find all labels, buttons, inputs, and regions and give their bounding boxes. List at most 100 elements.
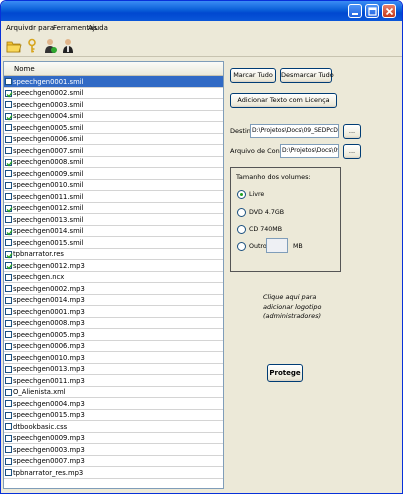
list-item[interactable]: speechgen0008.mp3 [4,318,223,329]
list-item[interactable]: O_Alienista.xml [4,387,223,398]
list-item[interactable]: speechgen0004.mp3 [4,398,223,410]
item-checkbox[interactable] [5,204,13,212]
item-checkbox[interactable] [5,273,12,281]
item-checkbox[interactable] [5,319,12,327]
item-checkbox[interactable] [5,365,12,373]
item-checkbox[interactable] [5,354,12,361]
item-checkbox[interactable] [5,434,12,442]
list-item[interactable]: speechgen0014.mp3 [4,295,223,306]
list-item[interactable]: speechgen0001.smil [4,76,223,88]
controle-field[interactable]: D:\Projetos\Docs\09_SI [280,144,339,158]
list-item[interactable]: speechgen0011.smil [4,191,223,203]
list-item[interactable]: speechgen0006.smil [4,134,223,145]
list-item[interactable]: speechgen0012.mp3 [4,260,223,272]
menu-ir-para[interactable]: Ir para [31,24,54,32]
item-checkbox[interactable] [5,388,12,396]
list-item[interactable]: speechgen0007.smil [4,145,223,157]
item-checkbox[interactable] [5,250,13,258]
item-filename: speechgen0005.mp3 [13,330,85,339]
item-checkbox[interactable] [5,147,12,154]
item-checkbox[interactable] [5,181,12,189]
list-item[interactable]: speechgen0002.smil [4,88,223,99]
list-item[interactable]: speechgen0009.smil [4,168,223,180]
minimize-button[interactable] [348,4,362,18]
list-item[interactable]: speechgen0015.mp3 [4,410,223,421]
add-logo-link[interactable]: Clique aqui para adicionar logotipo (adm… [263,293,333,322]
app-window: Arquivo Ir para Ferramentas Ajuda Nome s… [0,0,403,494]
list-item[interactable]: speechgen0009.mp3 [4,433,223,444]
destino-browse-button[interactable]: ... [343,124,361,139]
list-item[interactable]: speechgen0014.smil [4,226,223,237]
user-dark-button[interactable] [60,38,76,54]
controle-browse-button[interactable]: ... [343,144,361,159]
marcar-tudo-button[interactable]: Marcar Tudo [230,68,276,83]
list-item[interactable]: tpbnarrator.res [4,249,223,260]
list-item[interactable]: tpbnarrator_res.mp3 [4,467,223,479]
destino-field[interactable]: D:\Projetos\Docs\09_SEDPcD\09_LI [250,124,339,138]
list-item[interactable]: speechgen0010.smil [4,180,223,191]
item-checkbox[interactable] [5,377,12,384]
list-item[interactable]: speechgen0003.smil [4,99,223,111]
radio-cd[interactable] [237,225,246,234]
list-item[interactable]: speechgen0006.mp3 [4,341,223,352]
menu-arquivo[interactable]: Arquivo [6,24,33,32]
item-filename: speechgen0003.mp3 [13,445,85,454]
item-checkbox[interactable] [5,227,13,235]
list-item[interactable]: speechgen0005.smil [4,122,223,134]
item-checkbox[interactable] [5,469,12,476]
adicionar-texto-button[interactable]: Adicionar Texto com Licença [230,93,337,108]
item-checkbox[interactable] [5,411,12,419]
item-checkbox[interactable] [5,331,12,338]
item-checkbox[interactable] [5,193,12,200]
list-item[interactable]: speechgen0013.mp3 [4,364,223,375]
list-item[interactable]: speechgen0008.smil [4,157,223,168]
item-checkbox[interactable] [5,216,12,223]
item-checkbox[interactable] [5,308,12,315]
item-checkbox[interactable] [5,457,12,465]
item-checkbox[interactable] [5,262,13,270]
maximize-button[interactable] [365,4,379,18]
open-folder-button[interactable] [6,38,22,54]
item-checkbox[interactable] [5,101,12,108]
outro-size-input[interactable] [266,238,288,253]
item-checkbox[interactable] [5,89,13,97]
list-column-header[interactable]: Nome [4,62,223,76]
item-checkbox[interactable] [5,78,12,85]
list-item[interactable]: speechgen0012.smil [4,203,223,214]
file-list[interactable]: Nome speechgen0001.smil speechgen0002.smi… [3,61,224,489]
menu-ajuda[interactable]: Ajuda [88,24,108,32]
desmarcar-tudo-button[interactable]: Desmarcar Tudo [280,68,334,83]
list-item[interactable]: speechgen0011.mp3 [4,375,223,387]
item-checkbox[interactable] [5,170,12,177]
radio-dvd[interactable] [237,208,246,217]
item-checkbox[interactable] [5,285,12,292]
list-item[interactable]: speechgen0001.mp3 [4,306,223,318]
radio-outro[interactable] [237,242,246,251]
list-item[interactable]: speechgen0002.mp3 [4,283,223,295]
radio-livre[interactable] [237,190,246,199]
item-checkbox[interactable] [5,423,12,430]
list-item[interactable]: speechgen0004.smil [4,111,223,122]
list-item[interactable]: speechgen.ncx [4,272,223,283]
item-checkbox[interactable] [5,124,12,131]
item-checkbox[interactable] [5,446,12,453]
list-item[interactable]: speechgen0013.smil [4,214,223,226]
item-checkbox[interactable] [5,342,12,350]
item-checkbox[interactable] [5,135,12,143]
item-checkbox[interactable] [5,158,13,166]
list-item[interactable]: speechgen0005.mp3 [4,329,223,341]
list-item[interactable]: speechgen0007.mp3 [4,456,223,467]
protege-button[interactable]: Protege [267,364,303,382]
list-item[interactable]: speechgen0003.mp3 [4,444,223,456]
list-item[interactable]: dtbookbasic.css [4,421,223,433]
close-button[interactable] [382,4,396,18]
item-checkbox[interactable] [5,112,13,120]
user-green-button[interactable] [42,38,58,54]
list-item[interactable]: speechgen0010.mp3 [4,352,223,364]
item-checkbox[interactable] [5,400,12,407]
item-checkbox[interactable] [5,296,12,304]
key-button[interactable] [24,38,40,54]
list-item[interactable]: speechgen0015.smil [4,237,223,249]
item-checkbox[interactable] [5,239,12,246]
item-filename: dtbookbasic.css [13,422,68,431]
